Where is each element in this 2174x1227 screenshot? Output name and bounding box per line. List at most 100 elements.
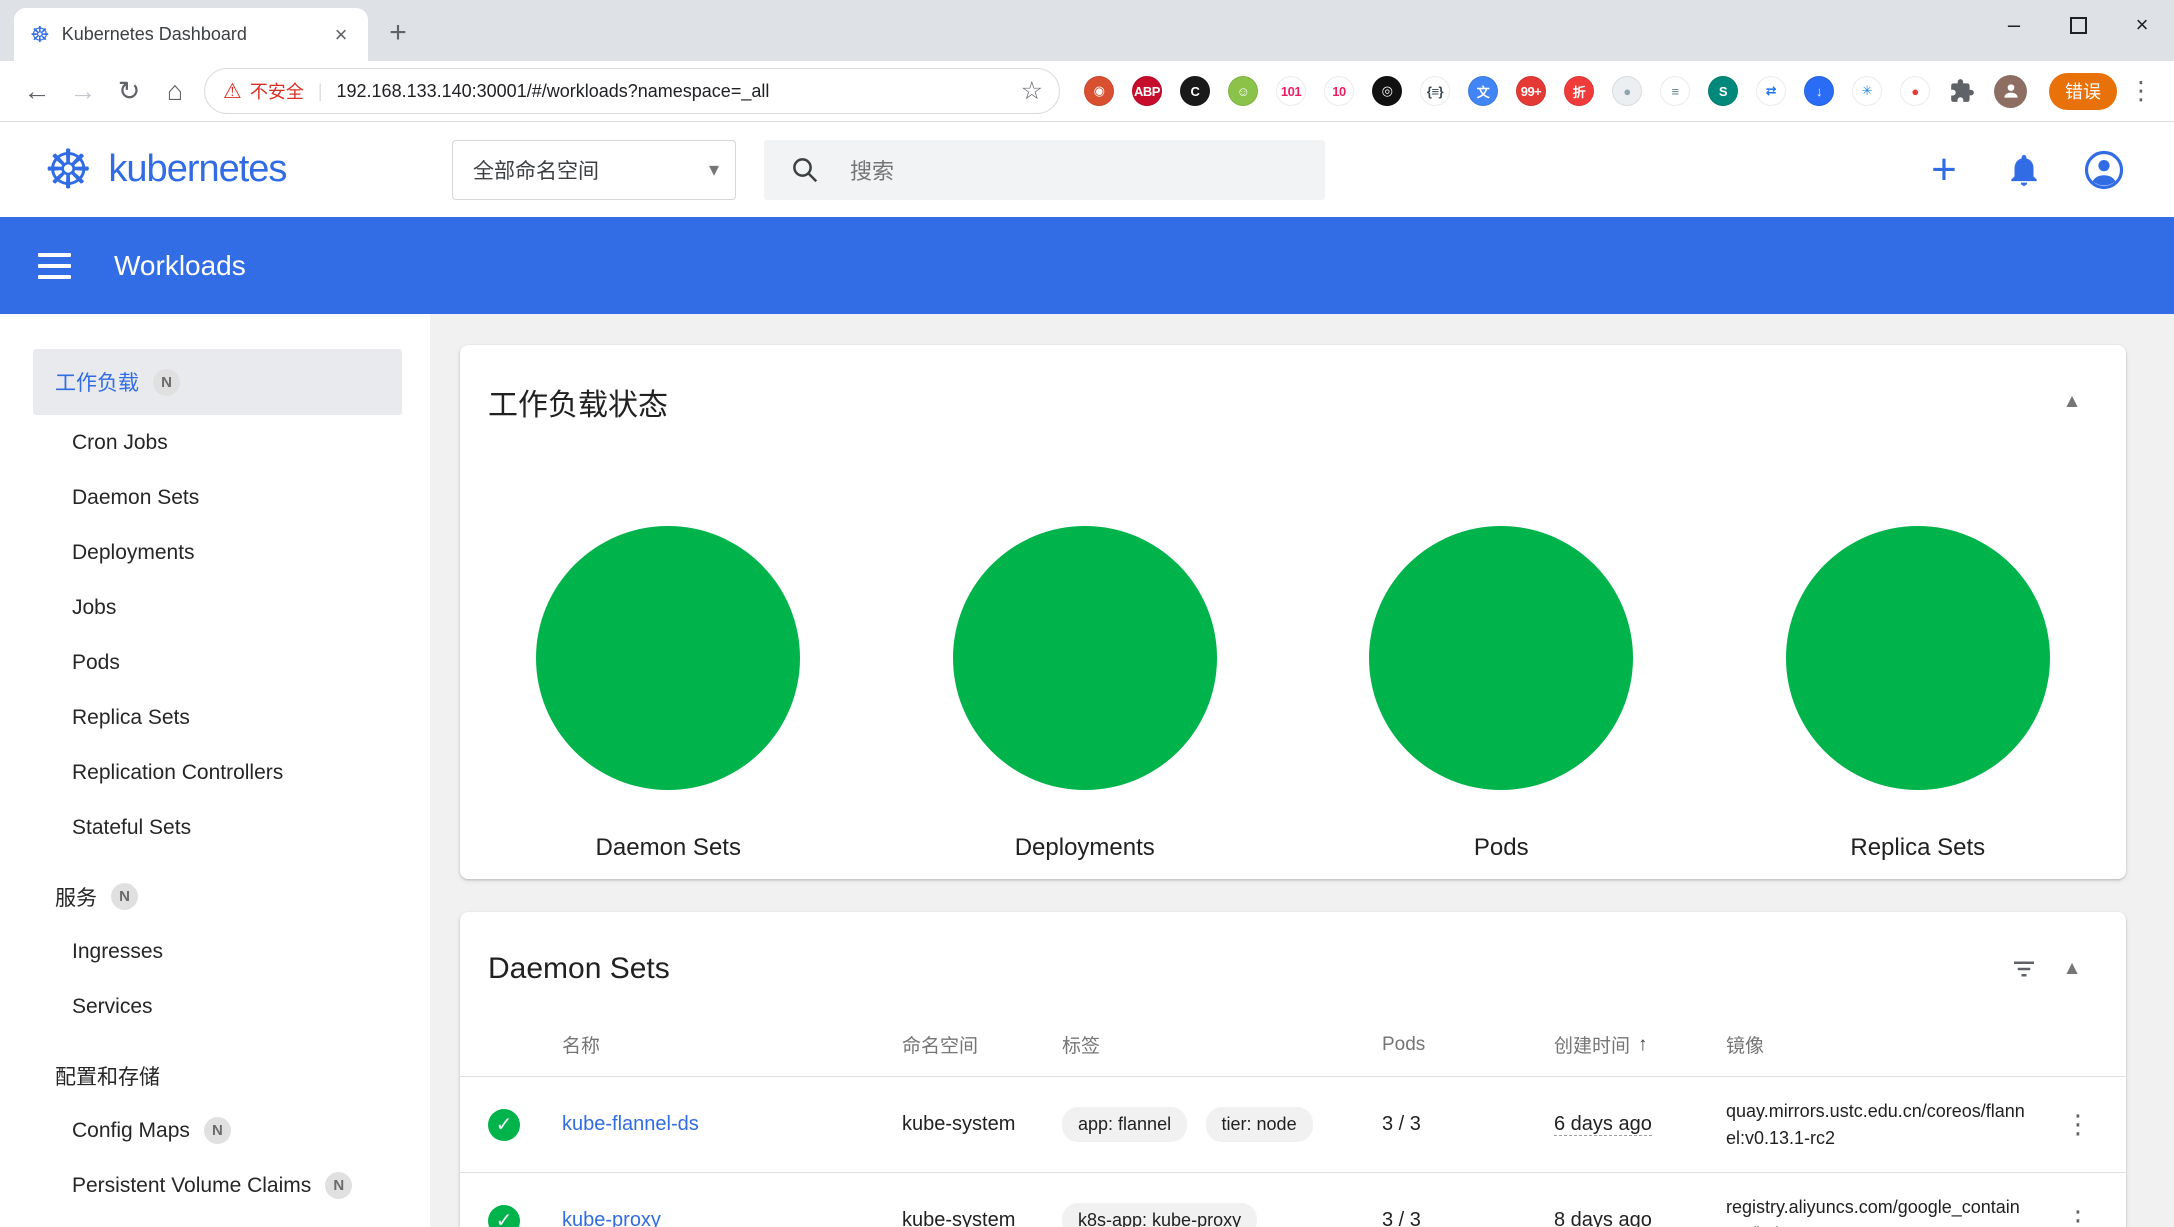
table-row: ✓ kube-proxy kube-system k8s-app: kube-p…	[460, 1173, 2126, 1227]
window-close-button[interactable]: ×	[2110, 0, 2174, 50]
created-value: 8 days ago	[1554, 1209, 1652, 1227]
sidebar-item-ingresses[interactable]: Ingresses	[33, 924, 402, 979]
chevron-down-icon: ▾	[709, 157, 719, 182]
insecure-warning-icon[interactable]: ⚠	[223, 81, 242, 102]
sidebar-item-pods[interactable]: Pods	[33, 635, 402, 690]
sidebar-item-services[interactable]: Services	[33, 979, 402, 1034]
forward-button[interactable]: →	[60, 68, 106, 114]
address-separator: |	[318, 81, 323, 102]
sidebar-item-deployments[interactable]: Deployments	[33, 525, 402, 580]
row-actions-button[interactable]: ⋮	[2058, 1105, 2098, 1145]
person-red-extension-icon[interactable]: ●	[1900, 76, 1930, 106]
notifications-bell-icon[interactable]	[2002, 148, 2046, 192]
insecure-label[interactable]: 不安全	[250, 78, 304, 104]
browser-menu-icon[interactable]: ⋮	[2121, 71, 2161, 111]
download-extension-icon[interactable]: ↓	[1804, 76, 1834, 106]
daemon-sets-chart: Daemon Sets	[460, 526, 877, 862]
chart-label: Deployments	[1015, 834, 1155, 862]
namespace-selected-value: 全部命名空间	[473, 155, 599, 185]
adblock-plus-extension-icon[interactable]: ABP	[1132, 76, 1162, 106]
bookmark-star-icon[interactable]: ☆	[1021, 76, 1043, 106]
account-circle-icon[interactable]	[2082, 148, 2126, 192]
created-value: 6 days ago	[1554, 1113, 1652, 1136]
error-badge[interactable]: 错误	[2049, 73, 2117, 110]
search-input[interactable]: 搜索	[764, 140, 1325, 200]
column-header-created[interactable]: 创建时间↑	[1554, 1031, 1726, 1058]
sidebar-item-service[interactable]: 服务 N	[33, 869, 402, 924]
translate-extension-icon[interactable]: 文	[1468, 76, 1498, 106]
new-tab-button[interactable]: +	[378, 13, 418, 53]
sidebar-item-workloads[interactable]: 工作负载 N	[33, 349, 402, 415]
extension-toolbar: ◉ ABP C ☺ 101 10 ◎ {≡} 文 99+ 折 ● ≡ S ⇄ ↓…	[1084, 76, 1930, 106]
labels-cell: k8s-app: kube-proxy	[1062, 1203, 1382, 1227]
replica-sets-chart: Replica Sets	[1710, 526, 2127, 862]
label-chip: tier: node	[1206, 1107, 1313, 1142]
sidebar-item-daemon-sets[interactable]: Daemon Sets	[33, 470, 402, 525]
status-ok-icon: ✓	[488, 1205, 520, 1227]
column-header-name[interactable]: 名称	[562, 1031, 902, 1058]
images-cell: registry.aliyuncs.com/google_containers/…	[1726, 1194, 2042, 1227]
sidebar-item-cron-jobs[interactable]: Cron Jobs	[33, 415, 402, 470]
asterisk-extension-icon[interactable]: ✳	[1852, 76, 1882, 106]
sidebar-item-label: Replica Sets	[72, 706, 190, 730]
smiley-extension-icon[interactable]: ☺	[1228, 76, 1258, 106]
label-chip: k8s-app: kube-proxy	[1062, 1203, 1257, 1227]
window-minimize-button[interactable]: –	[1982, 0, 2046, 50]
discount-extension-icon[interactable]: 折	[1564, 76, 1594, 106]
address-bar[interactable]: ⚠ 不安全 | 192.168.133.140:30001/#/workload…	[204, 68, 1060, 114]
daemonset-name-link[interactable]: kube-flannel-ds	[562, 1113, 902, 1136]
sidebar-item-label: Cron Jobs	[72, 431, 168, 455]
profile-avatar[interactable]	[1994, 75, 2027, 108]
labels-cell: app: flannel tier: node	[1062, 1107, 1382, 1142]
home-button[interactable]: ⌂	[152, 68, 198, 114]
collapse-card-button[interactable]: ▲	[2048, 378, 2096, 426]
sidebar-item-label: Deployments	[72, 541, 195, 565]
cat-extension-icon[interactable]: C	[1180, 76, 1210, 106]
proxy-extension-icon[interactable]: ◉	[1084, 76, 1114, 106]
column-header-namespace: 命名空间	[902, 1031, 1062, 1058]
window-maximize-button[interactable]	[2046, 0, 2110, 50]
sidebar-item-replica-sets[interactable]: Replica Sets	[33, 690, 402, 745]
app-bar: Workloads	[0, 217, 2174, 314]
browser-tab[interactable]: ☸ Kubernetes Dashboard ×	[14, 8, 368, 61]
namespace-select[interactable]: 全部命名空间 ▾	[452, 140, 736, 200]
column-header-images: 镜像	[1726, 1031, 2042, 1058]
sidebar-item-label: Daemon Sets	[72, 486, 199, 510]
tab-close-icon[interactable]: ×	[326, 20, 356, 50]
namespace-cell: kube-system	[902, 1209, 1062, 1227]
main-panel: 工作负载状态 ▲ Daemon Sets Deployments Pods	[430, 314, 2174, 1227]
json-formatter-extension-icon[interactable]: {≡}	[1420, 76, 1450, 106]
sidebar-item-replication-controllers[interactable]: Replication Controllers	[33, 745, 402, 800]
reload-button[interactable]: ↻	[106, 68, 152, 114]
timer-10-extension-icon[interactable]: 10	[1324, 76, 1354, 106]
badge-99-extension-icon[interactable]: 99+	[1516, 76, 1546, 106]
namespaced-badge: N	[325, 1172, 352, 1199]
sync-extension-icon[interactable]: ⇄	[1756, 76, 1786, 106]
browser-navbar: ← → ↻ ⌂ ⚠ 不安全 | 192.168.133.140:30001/#/…	[0, 61, 2174, 122]
kubernetes-brand[interactable]: ☸ kubernetes	[44, 143, 434, 197]
sidebar-item-jobs[interactable]: Jobs	[33, 580, 402, 635]
sidebar-item-config-maps[interactable]: Config Maps N	[33, 1103, 402, 1158]
daemonset-name-link[interactable]: kube-proxy	[562, 1209, 902, 1227]
chart-label: Pods	[1474, 834, 1529, 862]
hamburger-menu-icon[interactable]	[38, 244, 82, 288]
list-extension-icon[interactable]: ≡	[1660, 76, 1690, 106]
calculator-101-extension-icon[interactable]: 101	[1276, 76, 1306, 106]
card-title: 工作负载状态	[488, 380, 2048, 424]
person-gray-extension-icon[interactable]: ●	[1612, 76, 1642, 106]
record-extension-icon[interactable]: ◎	[1372, 76, 1402, 106]
collapse-card-button[interactable]: ▲	[2048, 945, 2096, 993]
url-text[interactable]: 192.168.133.140:30001/#/workloads?namesp…	[337, 81, 1013, 102]
s-teal-extension-icon[interactable]: S	[1708, 76, 1738, 106]
sidebar-item-stateful-sets[interactable]: Stateful Sets	[33, 800, 402, 855]
sidebar-item-config-storage[interactable]: 配置和存储	[33, 1048, 402, 1103]
create-resource-button[interactable]: +	[1922, 148, 1966, 192]
chart-label: Replica Sets	[1850, 834, 1985, 862]
sort-ascending-icon: ↑	[1638, 1034, 1648, 1056]
extensions-puzzle-icon[interactable]	[1942, 71, 1982, 111]
row-actions-button[interactable]: ⋮	[2058, 1201, 2098, 1227]
sidebar-item-label: 配置和存储	[55, 1061, 160, 1091]
sidebar-item-persistent-volume-claims[interactable]: Persistent Volume Claims N	[33, 1158, 402, 1213]
back-button[interactable]: ←	[14, 68, 60, 114]
filter-icon[interactable]	[2000, 945, 2048, 993]
